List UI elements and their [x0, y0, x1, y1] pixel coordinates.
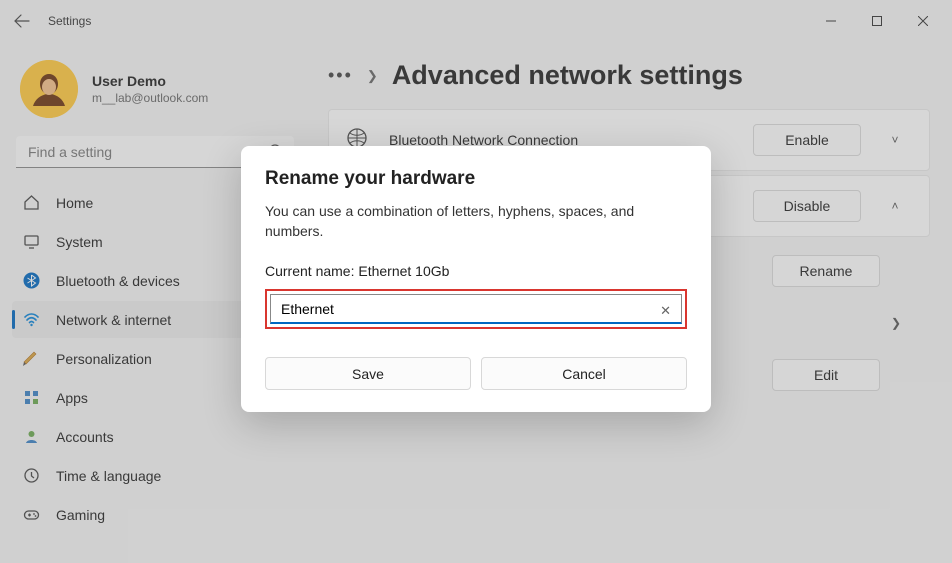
cancel-button[interactable]: Cancel [481, 357, 687, 390]
clear-input-icon[interactable]: ✕ [660, 303, 671, 319]
rename-input[interactable] [270, 294, 682, 324]
rename-input-highlight: ✕ [265, 289, 687, 329]
dialog-description: You can use a combination of letters, hy… [265, 202, 687, 241]
rename-dialog: Rename your hardware You can use a combi… [241, 146, 711, 412]
save-button[interactable]: Save [265, 357, 471, 390]
modal-overlay: Rename your hardware You can use a combi… [0, 0, 952, 563]
current-name-label: Current name: Ethernet 10Gb [265, 263, 687, 279]
dialog-title: Rename your hardware [265, 168, 687, 190]
